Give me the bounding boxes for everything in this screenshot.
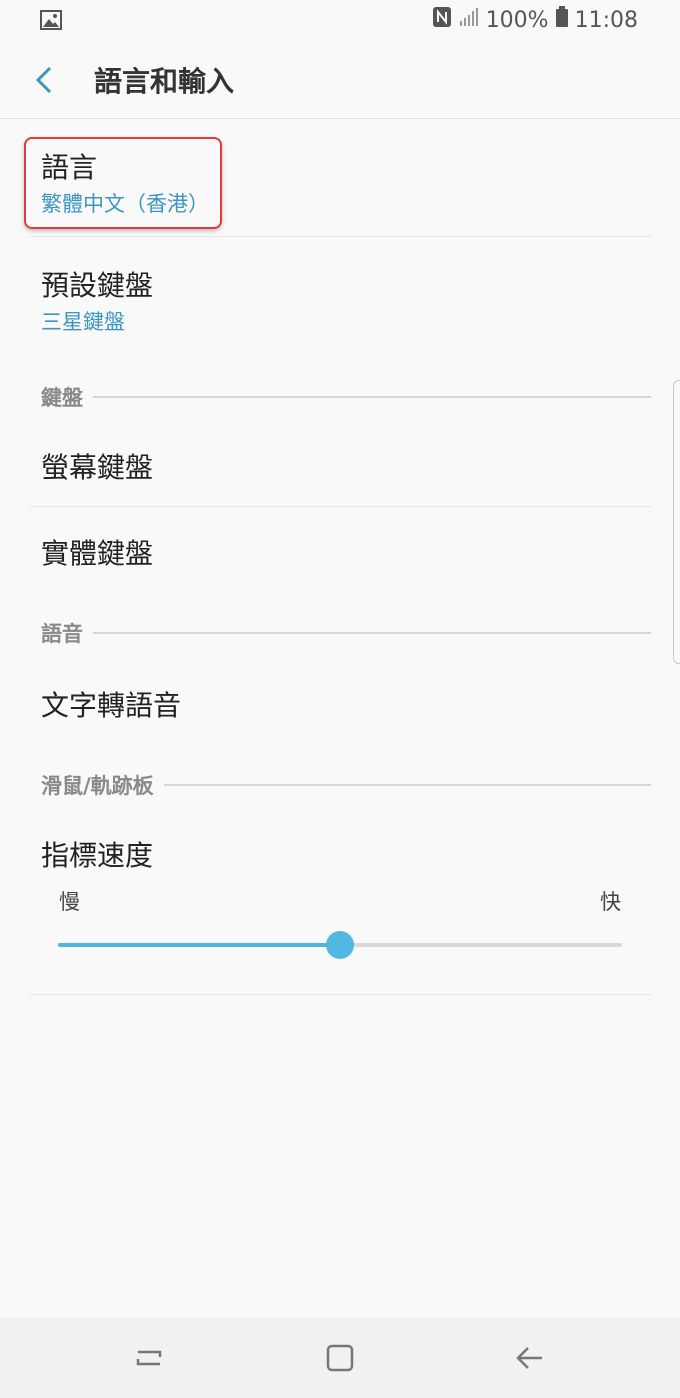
tts-item[interactable]: 文字轉語音 <box>30 660 650 750</box>
section-header-keyboard: 鍵盤 <box>41 382 651 412</box>
clock: 11:08 <box>574 7 638 33</box>
pointer-speed-slider[interactable] <box>58 931 622 959</box>
recent-apps-icon <box>130 1350 170 1382</box>
section-divider <box>163 784 651 786</box>
pointer-speed-item: 指標速度 <box>30 812 650 992</box>
page-title: 語言和輸入 <box>94 65 235 98</box>
physical-keyboard-title: 實體鍵盤 <box>41 537 154 570</box>
section-header-speech: 語音 <box>41 618 651 648</box>
home-icon <box>320 1344 360 1382</box>
home-button[interactable] <box>320 1338 360 1378</box>
physical-keyboard-item[interactable]: 實體鍵盤 <box>30 507 650 597</box>
battery-percent: 100% <box>485 7 549 33</box>
back-button[interactable] <box>26 58 66 102</box>
recent-apps-button[interactable] <box>130 1338 170 1378</box>
back-icon <box>510 1347 550 1382</box>
screen-keyboard-item[interactable]: 螢幕鍵盤 <box>30 424 650 506</box>
status-bar: 100% 11:08 <box>0 0 680 40</box>
pointer-speed-title: 指標速度 <box>41 839 154 872</box>
default-keyboard-item[interactable]: 預設鍵盤 三星鍵盤 <box>30 237 650 357</box>
section-divider <box>93 632 651 634</box>
screen-keyboard-title: 螢幕鍵盤 <box>41 451 154 484</box>
gallery-icon <box>40 10 62 34</box>
navigation-bar <box>0 1318 680 1398</box>
divider <box>30 994 651 995</box>
slider-fill <box>58 943 340 947</box>
signal-icon <box>458 7 480 33</box>
battery-icon <box>555 6 569 34</box>
highlight-annotation <box>24 137 222 229</box>
chevron-left-icon <box>26 66 66 106</box>
default-keyboard-value: 三星鍵盤 <box>41 310 125 334</box>
slider-thumb[interactable] <box>326 931 354 959</box>
nav-back-button[interactable] <box>510 1338 550 1378</box>
default-keyboard-title: 預設鍵盤 <box>41 269 154 302</box>
app-bar: 語言和輸入 <box>0 40 680 119</box>
nfc-icon <box>432 6 452 34</box>
section-label-speech: 語音 <box>41 622 83 646</box>
section-label-keyboard: 鍵盤 <box>41 386 83 410</box>
status-right: 100% 11:08 <box>426 6 638 34</box>
slider-min-label: 慢 <box>59 890 80 914</box>
section-label-mouse: 滑鼠/軌跡板 <box>41 774 154 798</box>
section-divider <box>93 396 651 398</box>
tts-title: 文字轉語音 <box>41 689 182 722</box>
section-header-mouse: 滑鼠/軌跡板 <box>41 770 651 800</box>
slider-max-label: 快 <box>600 890 621 914</box>
scroll-indicator <box>673 380 680 664</box>
